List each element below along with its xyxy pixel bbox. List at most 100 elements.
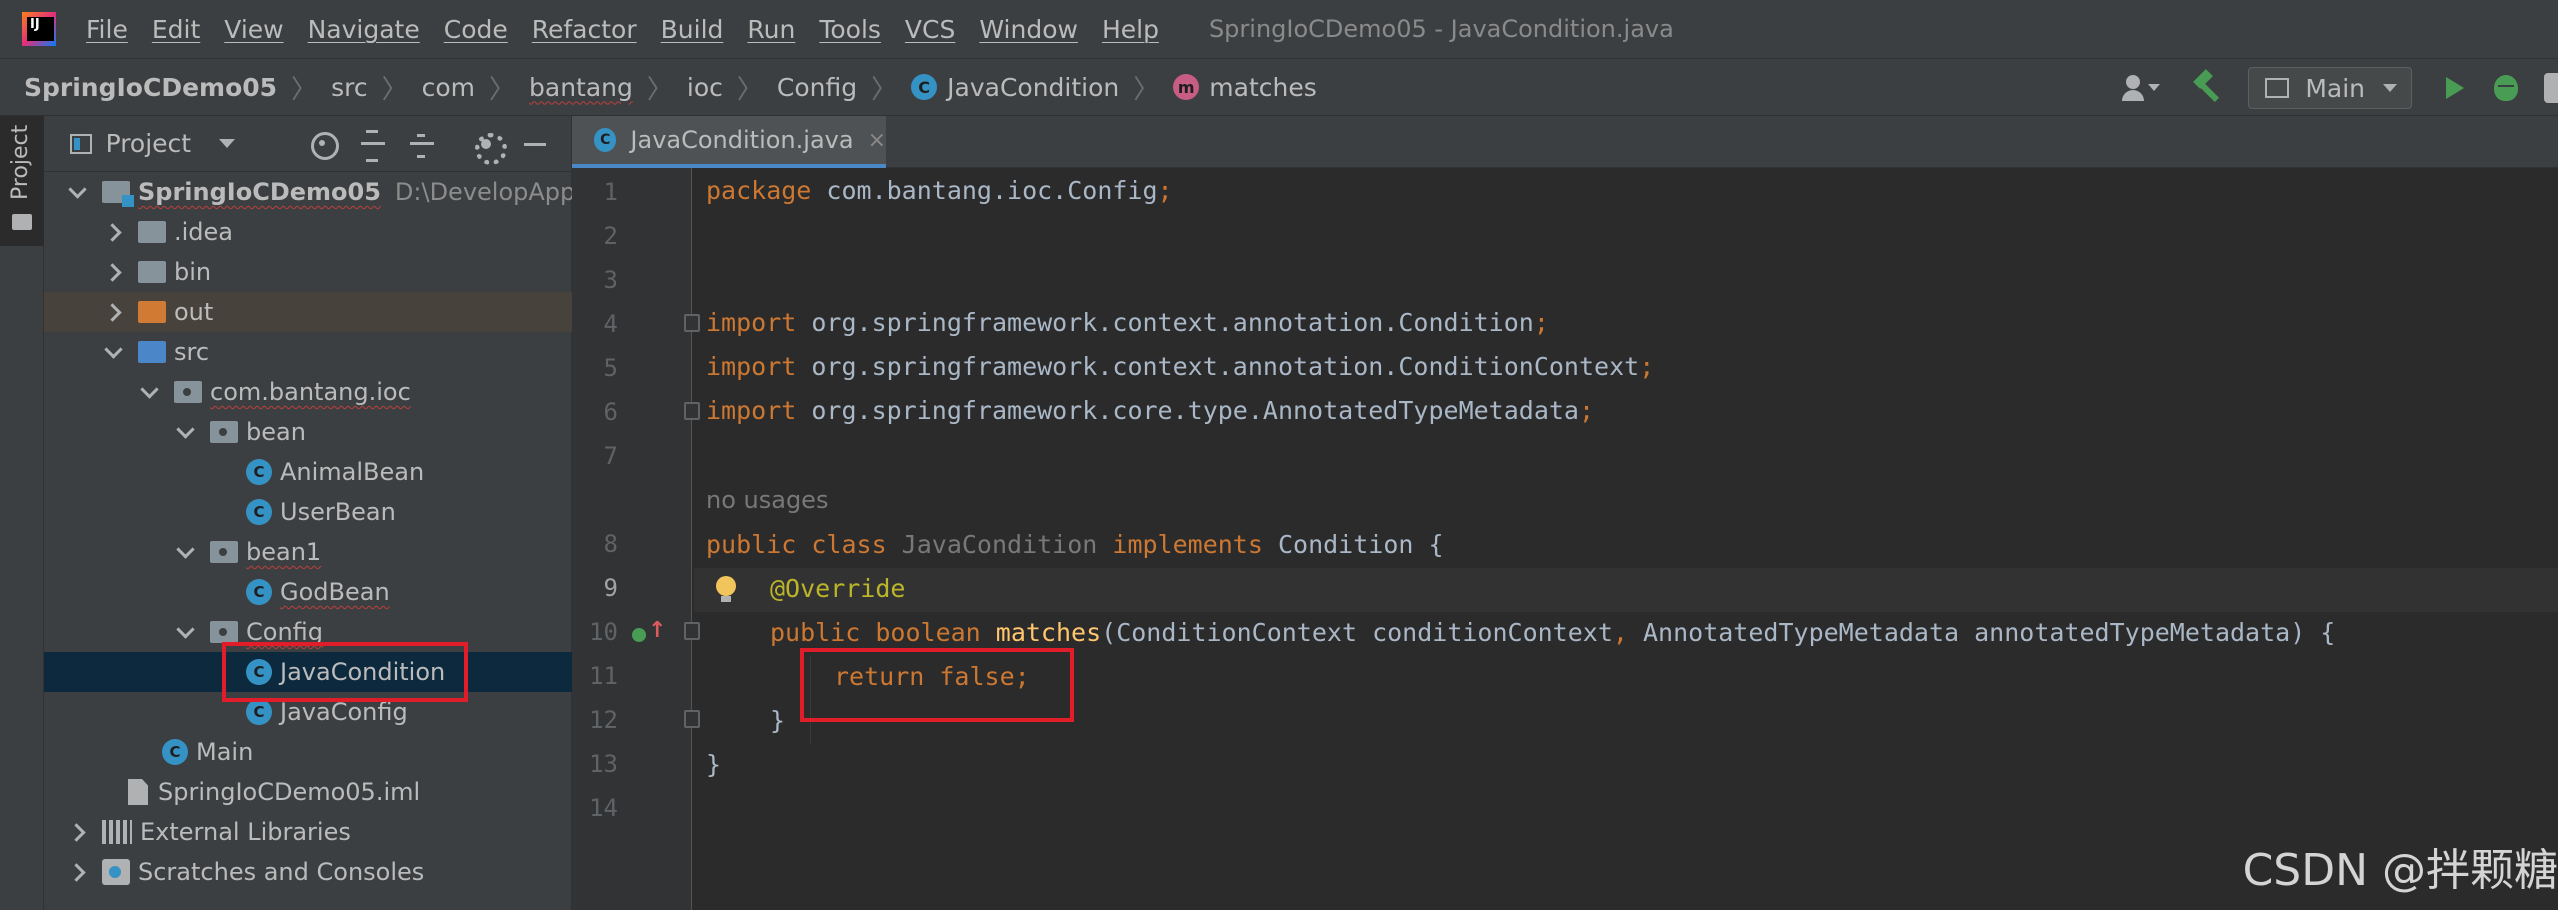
project-tool-window-tab[interactable]: Project — [0, 116, 44, 246]
tree-item-src[interactable]: src — [44, 332, 572, 372]
run-icon[interactable] — [2446, 77, 2464, 99]
tree-item-scratches[interactable]: Scratches and Consoles — [44, 852, 572, 892]
tree-item-animalbean[interactable]: C AnimalBean — [44, 452, 572, 492]
menu-refactor[interactable]: Refactor — [532, 15, 637, 44]
tree-item-godbean[interactable]: C GodBean — [44, 572, 572, 612]
close-icon[interactable]: × — [868, 128, 886, 153]
tree-item-root[interactable]: SpringIoCDemo05 D:\DevelopApplica — [44, 172, 572, 212]
package-icon — [210, 421, 238, 443]
breadcrumb-bantang[interactable]: bantang — [529, 73, 633, 102]
chevron-down-icon[interactable] — [219, 139, 236, 148]
highlight-box — [222, 642, 468, 702]
menu-code[interactable]: Code — [444, 15, 508, 44]
chevron-down-icon[interactable] — [172, 539, 198, 565]
tree-item-bin[interactable]: bin — [44, 252, 572, 292]
tree-item-idea[interactable]: .idea — [44, 212, 572, 252]
menu-tools[interactable]: Tools — [819, 15, 881, 44]
coverage-icon[interactable] — [2544, 73, 2558, 103]
chevron-down-icon[interactable] — [136, 379, 162, 405]
tree-item-bean[interactable]: bean — [44, 412, 572, 452]
tree-item-label: src — [174, 338, 210, 366]
tree-item-userbean[interactable]: C UserBean — [44, 492, 572, 532]
class-icon: C — [162, 739, 188, 765]
class-icon: C — [246, 499, 272, 525]
breadcrumb-ioc[interactable]: ioc — [687, 73, 723, 102]
menu-vcs[interactable]: VCS — [905, 15, 955, 44]
window-title: SpringIoCDemo05 - JavaCondition.java — [1208, 15, 1674, 43]
tree-item-main[interactable]: C Main — [44, 732, 572, 772]
menu-navigate[interactable]: Navigate — [308, 15, 420, 44]
breadcrumb-separator: 〉 — [381, 74, 408, 105]
menu-view[interactable]: View — [224, 15, 283, 44]
breadcrumb-class[interactable]: C JavaCondition — [911, 73, 1119, 102]
breadcrumb-com[interactable]: com — [422, 73, 475, 102]
code-line-8: public class JavaCondition implements Co… — [706, 529, 1444, 559]
minimize-icon[interactable] — [521, 130, 546, 158]
line-number: 1 — [603, 178, 618, 206]
line-number: 13 — [589, 750, 618, 778]
tree-item-iml[interactable]: SpringIoCDemo05.iml — [44, 772, 572, 812]
tab-javacondition[interactable]: C JavaCondition.java × — [572, 116, 886, 168]
menu-window[interactable]: Window — [979, 15, 1078, 44]
menu-run[interactable]: Run — [747, 15, 795, 44]
run-toolbar: Main — [2122, 59, 2558, 117]
breadcrumb-src[interactable]: src — [331, 73, 368, 102]
tree-item-out[interactable]: out — [44, 292, 572, 332]
class-icon: C — [246, 699, 272, 725]
debug-bug-icon[interactable] — [2494, 75, 2518, 101]
chevron-right-icon[interactable] — [64, 819, 90, 845]
breadcrumb-config[interactable]: Config — [777, 73, 857, 102]
menu-file[interactable]: File — [86, 15, 128, 44]
gear-icon[interactable] — [472, 130, 507, 165]
highlight-box — [800, 648, 1074, 722]
menu-bar: File Edit View Navigate Code Refactor Bu… — [0, 0, 2558, 58]
chevron-right-icon[interactable] — [100, 299, 126, 325]
chevron-right-icon[interactable] — [64, 859, 90, 885]
line-number: 5 — [603, 354, 618, 382]
breadcrumb-project[interactable]: SpringIoCDemo05 — [24, 73, 277, 102]
chevron-down-icon[interactable] — [100, 339, 126, 365]
user-icon[interactable] — [2122, 73, 2166, 103]
chevron-right-icon[interactable] — [100, 219, 126, 245]
chevron-down-icon — [2148, 84, 2161, 91]
tree-item-label: Scratches and Consoles — [138, 858, 425, 886]
chevron-down-icon[interactable] — [172, 419, 198, 445]
tree-item-label: Main — [196, 738, 254, 766]
tree-item-label: out — [174, 298, 214, 326]
menu-build[interactable]: Build — [661, 15, 724, 44]
library-icon — [102, 820, 132, 844]
chevron-down-icon[interactable] — [64, 179, 90, 205]
module-file-icon — [128, 779, 148, 805]
code-area[interactable]: package com.bantang.ioc.Config; import o… — [694, 168, 2558, 910]
run-configuration-select[interactable]: Main — [2248, 67, 2412, 109]
scratches-icon — [102, 859, 130, 885]
tree-item-package[interactable]: com.bantang.ioc — [44, 372, 572, 412]
breadcrumb-method[interactable]: m matches — [1173, 73, 1317, 102]
tree-item-label: GodBean — [280, 578, 390, 606]
chevron-right-icon[interactable] — [100, 259, 126, 285]
expand-all-icon[interactable] — [359, 129, 385, 162]
tree-item-bean1[interactable]: bean1 — [44, 532, 572, 572]
class-icon: C — [246, 459, 272, 485]
breadcrumb-separator: 〉 — [736, 74, 763, 105]
breadcrumb-separator: 〉 — [488, 74, 515, 105]
tree-item-label: bean — [246, 418, 306, 446]
locate-file-icon[interactable] — [309, 130, 339, 160]
code-line-6: import org.springframework.core.type.Ann… — [706, 395, 1595, 425]
line-number: 9 — [603, 574, 618, 602]
lightbulb-icon[interactable] — [716, 576, 736, 604]
chevron-down-icon[interactable] — [172, 619, 198, 645]
breadcrumb-separator: 〉 — [1133, 74, 1160, 105]
tree-item-external-libraries[interactable]: External Libraries — [44, 812, 572, 852]
collapse-all-icon[interactable] — [408, 130, 434, 158]
project-panel-header: Project — [44, 116, 571, 172]
menu-edit[interactable]: Edit — [152, 15, 200, 44]
line-number: 14 — [589, 794, 618, 822]
project-panel-title[interactable]: Project — [106, 129, 192, 158]
implements-method-icon[interactable] — [632, 618, 668, 648]
code-editor: C JavaCondition.java × 1 2 3 4 5 6 7 8 9… — [572, 116, 2558, 910]
usage-hint[interactable]: no usages — [706, 478, 828, 522]
menu-help[interactable]: Help — [1102, 15, 1159, 44]
build-hammer-icon[interactable] — [2192, 72, 2224, 104]
folder-icon — [138, 221, 166, 243]
